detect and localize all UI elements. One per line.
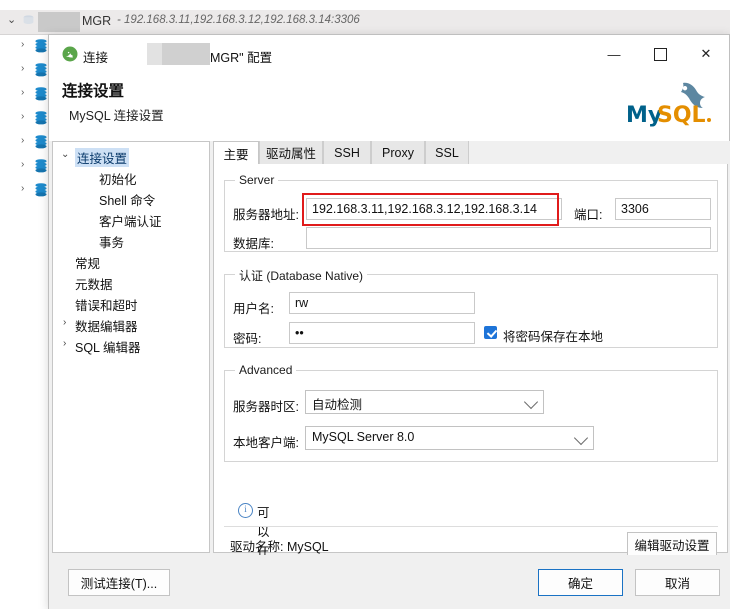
local-client-label: 本地客户端:: [233, 436, 299, 450]
minimize-button[interactable]: —: [591, 35, 637, 73]
password-input[interactable]: [289, 322, 475, 344]
chevron-right-icon[interactable]: ›: [21, 184, 24, 194]
driver-name-label: 驱动名称: MySQL: [230, 540, 329, 554]
username-input[interactable]: [289, 292, 475, 314]
timezone-label: 服务器时区:: [233, 400, 299, 414]
tab-driver-properties[interactable]: 驱动属性: [259, 141, 323, 164]
dialog-titlebar: 连接 MGR" 配置 — ✕: [49, 35, 729, 73]
host-input[interactable]: [306, 198, 562, 220]
database-icon: [35, 87, 47, 101]
tab-proxy[interactable]: Proxy: [371, 141, 425, 164]
tab-ssh[interactable]: SSH: [323, 141, 371, 164]
database-input[interactable]: [306, 227, 711, 249]
save-password-label: 将密码保存在本地: [503, 330, 604, 344]
sidebar-item-general[interactable]: 常规: [53, 251, 209, 272]
tab-ssl[interactable]: SSL: [425, 141, 469, 164]
sidebar-item-connection-settings[interactable]: ⌄ 连接设置: [53, 146, 209, 167]
sidebar-item-initialization[interactable]: 初始化: [53, 167, 209, 188]
database-icon: [35, 39, 47, 53]
database-icon: [35, 159, 47, 173]
info-icon: i: [238, 503, 253, 518]
auth-group-title: 认证 (Database Native): [235, 267, 368, 284]
sidebar-item-label: 连接设置: [75, 148, 130, 167]
chevron-right-icon[interactable]: ›: [21, 112, 24, 122]
local-client-value: MySQL Server 8.0: [312, 430, 415, 444]
background-title-redaction: [38, 12, 80, 32]
database-label: 数据库:: [233, 237, 274, 251]
host-label: 服务器地址:: [233, 208, 299, 222]
chevron-right-icon[interactable]: ›: [63, 339, 66, 349]
page-subtitle: MySQL 连接设置: [69, 109, 164, 123]
cancel-button[interactable]: 取消: [635, 569, 720, 596]
sidebar-item-label: 事务: [99, 236, 125, 250]
tab-main[interactable]: 主要: [213, 141, 259, 165]
chevron-right-icon[interactable]: ›: [21, 88, 24, 98]
sidebar-item-sql-editor[interactable]: › SQL 编辑器: [53, 335, 209, 356]
settings-content: 主要 驱动属性 SSH Proxy SSL Server 服务器地址: 端口: …: [213, 141, 728, 609]
content-divider: [224, 526, 718, 527]
mysql-logo: My SQL: [626, 82, 711, 128]
timezone-combobox[interactable]: 自动检测: [305, 390, 544, 414]
local-client-combobox[interactable]: MySQL Server 8.0: [305, 426, 594, 450]
sidebar-item-client-auth[interactable]: 客户端认证: [53, 209, 209, 230]
page-title: 连接设置: [62, 83, 125, 100]
edit-driver-settings-button[interactable]: 编辑驱动设置: [627, 532, 717, 556]
database-icon: [35, 183, 47, 197]
dialog-header: 连接设置 MySQL 连接设置 My SQL: [49, 73, 729, 141]
maximize-icon: [653, 47, 667, 61]
sidebar-item-transactions[interactable]: 事务: [53, 230, 209, 251]
sidebar-item-label: SQL 编辑器: [75, 341, 141, 355]
sidebar-item-label: Shell 命令: [99, 194, 156, 208]
timezone-value: 自动检测: [312, 398, 363, 412]
close-button[interactable]: ✕: [683, 35, 729, 73]
database-icon: [35, 111, 47, 125]
save-password-checkbox[interactable]: [484, 326, 497, 339]
sidebar-item-label: 初始化: [99, 173, 137, 187]
background-window-subtitle: - 192.168.3.11,192.168.3.12,192.168.3.14…: [117, 14, 360, 26]
background-tree-chevron-icon[interactable]: ⌄: [7, 15, 16, 26]
test-connection-button[interactable]: 测试连接(T)...: [68, 569, 170, 596]
sidebar-item-metadata[interactable]: 元数据: [53, 272, 209, 293]
sidebar-item-shell-commands[interactable]: Shell 命令: [53, 188, 209, 209]
chevron-down-icon[interactable]: ⌄: [61, 150, 69, 160]
ok-button[interactable]: 确定: [538, 569, 623, 596]
dialog-footer: 测试连接(T)... 确定 取消: [49, 555, 730, 609]
password-label: 密码:: [233, 332, 262, 346]
port-label: 端口:: [574, 208, 603, 222]
sidebar-item-label: 常规: [75, 257, 101, 271]
mysql-dolphin-icon: [62, 46, 78, 62]
sidebar-item-data-editor[interactable]: › 数据编辑器: [53, 314, 209, 335]
chevron-down-icon: [573, 430, 589, 446]
background-connection-icon: [23, 15, 34, 24]
svg-text:SQL: SQL: [657, 103, 706, 128]
chevron-right-icon[interactable]: ›: [21, 40, 24, 50]
dialog-title-suffix: MGR" 配置: [210, 51, 273, 65]
sidebar-item-label: 错误和超时: [75, 299, 138, 313]
chevron-right-icon[interactable]: ›: [63, 318, 66, 328]
username-label: 用户名:: [233, 302, 274, 316]
background-window-title: MGR: [82, 14, 112, 28]
port-input[interactable]: [615, 198, 711, 220]
connection-settings-dialog: 连接 MGR" 配置 — ✕ 连接设置 MySQL 连接设置 My SQL ⌄ …: [48, 34, 730, 609]
tab-panel-main: Server 服务器地址: 端口: 数据库: 认证 (Database Nati…: [213, 164, 728, 609]
sidebar-item-label: 元数据: [75, 278, 113, 292]
chevron-right-icon[interactable]: ›: [21, 160, 24, 170]
dialog-title-prefix: 连接: [83, 51, 109, 65]
sidebar-item-label: 数据编辑器: [75, 320, 138, 334]
chevron-right-icon[interactable]: ›: [21, 64, 24, 74]
server-group-title: Server: [235, 173, 279, 187]
sidebar-item-errors-timeouts[interactable]: 错误和超时: [53, 293, 209, 314]
screen: ⌄ MGR - 192.168.3.11,192.168.3.12,192.16…: [0, 0, 730, 609]
database-icon: [35, 135, 47, 149]
sidebar-item-label: 客户端认证: [99, 215, 162, 229]
chevron-right-icon[interactable]: ›: [21, 136, 24, 146]
chevron-down-icon: [523, 394, 539, 410]
dialog-title-redaction: [162, 43, 210, 65]
tab-bar: 主要 驱动属性 SSH Proxy SSL: [213, 141, 728, 165]
settings-sidebar: ⌄ 连接设置 初始化 Shell 命令 客户端认证 事务 常规 元数据 错误和超…: [52, 141, 210, 553]
database-icon: [35, 63, 47, 77]
dialog-body: ⌄ 连接设置 初始化 Shell 命令 客户端认证 事务 常规 元数据 错误和超…: [49, 141, 730, 609]
maximize-button[interactable]: [637, 35, 683, 73]
advanced-group-title: Advanced: [235, 363, 297, 377]
